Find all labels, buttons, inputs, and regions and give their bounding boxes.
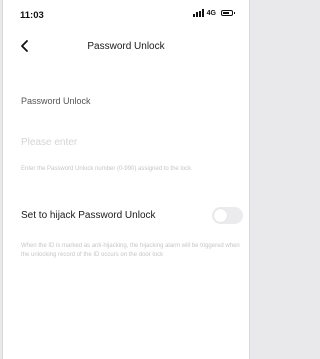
hijack-note: When the ID is marked as anti-hijacking,… [21,243,240,258]
status-bar: 11:03 4G [3,0,249,30]
password-input[interactable] [21,134,231,150]
hijack-toggle-label: Set to hijack Password Unlock [21,210,156,221]
status-indicators: 4G [192,9,235,17]
page-title: Password Unlock [87,41,165,52]
toggle-knob [214,209,227,222]
signal-icon [192,9,204,17]
hijack-toggle[interactable] [212,207,243,224]
phone-screen: 11:03 4G Password Unlock Password Unlock… [2,0,250,359]
network-type: 4G [206,9,216,17]
nav-bar: Password Unlock [3,32,249,58]
battery-icon [221,10,235,16]
password-hint: Enter the Password Unlock number (0-990)… [21,166,192,172]
status-time: 11:03 [20,10,44,21]
password-section-label: Password Unlock [21,96,91,106]
